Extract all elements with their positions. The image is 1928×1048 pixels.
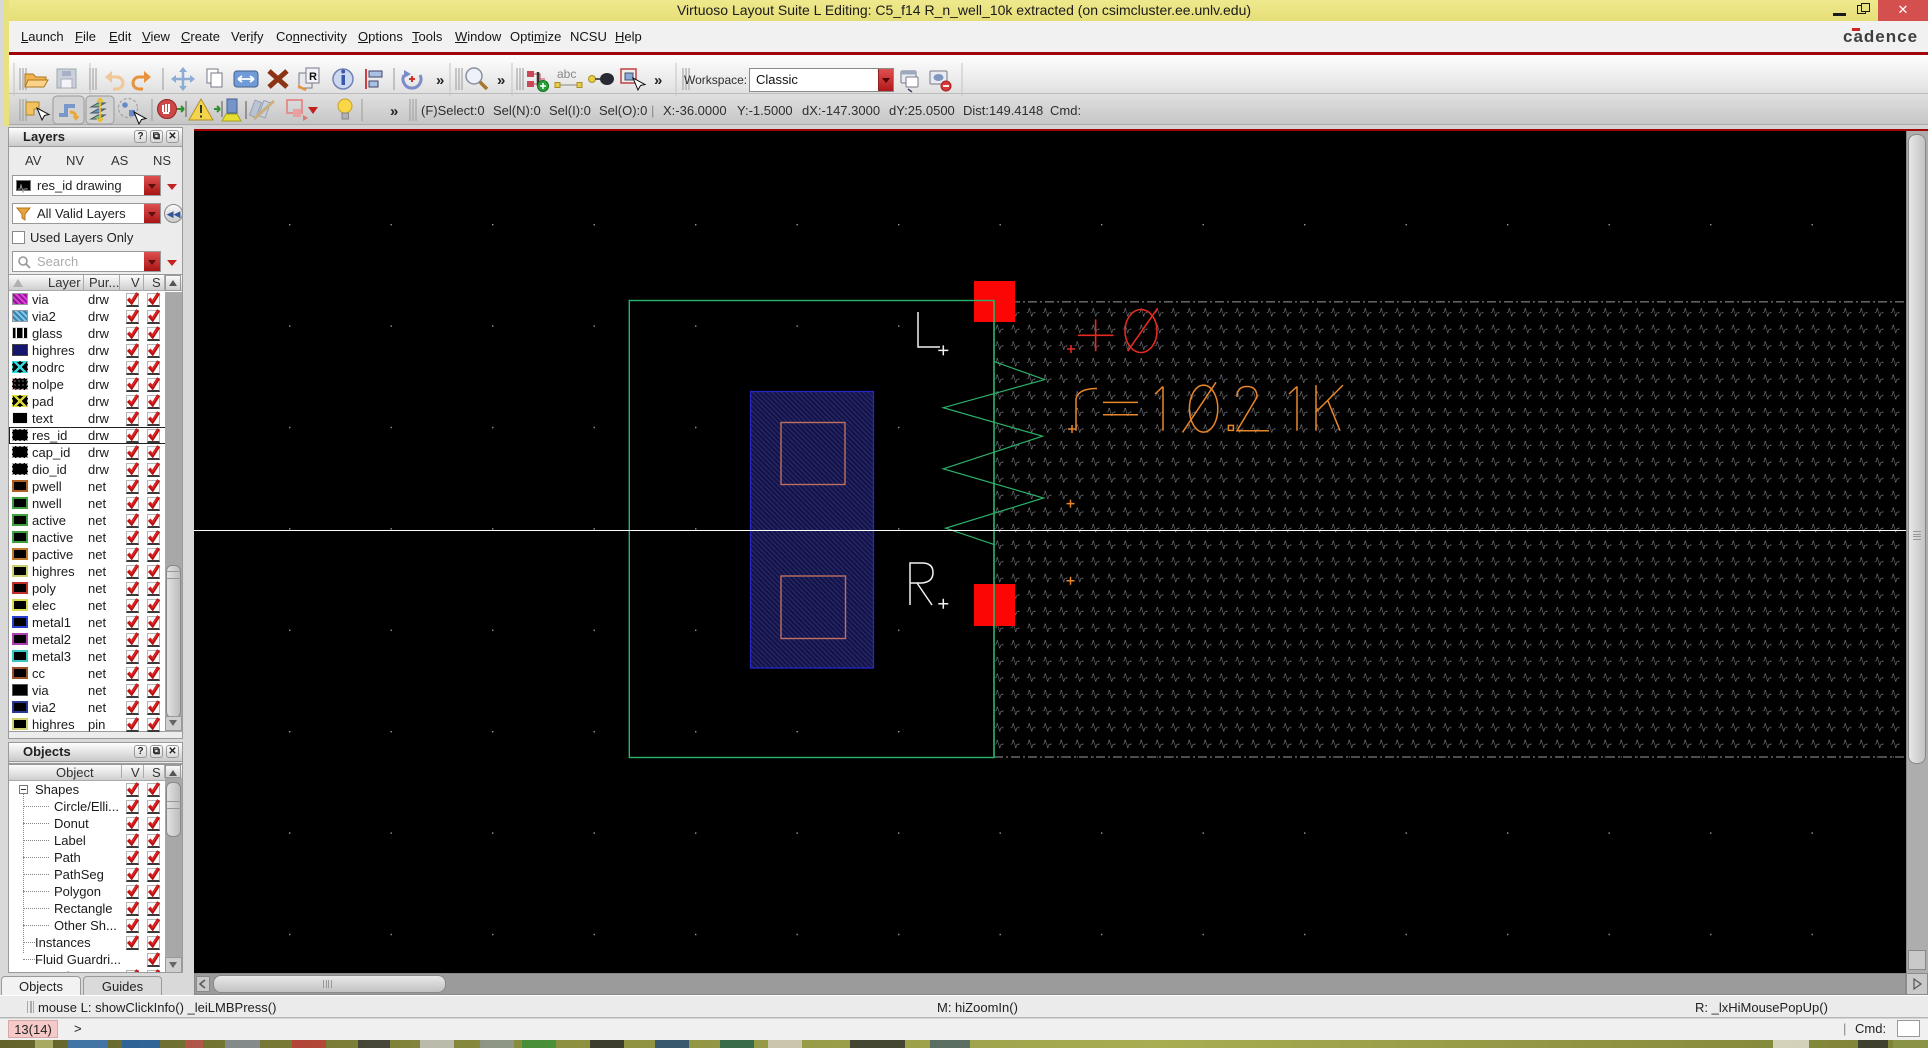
svg-text:»: » [436, 72, 444, 89]
svg-text:»: » [497, 72, 505, 89]
svg-text:R: R [309, 71, 317, 83]
svg-text:»: » [654, 72, 662, 89]
svg-text:»: » [390, 103, 398, 120]
svg-text:abc: abc [557, 67, 576, 81]
